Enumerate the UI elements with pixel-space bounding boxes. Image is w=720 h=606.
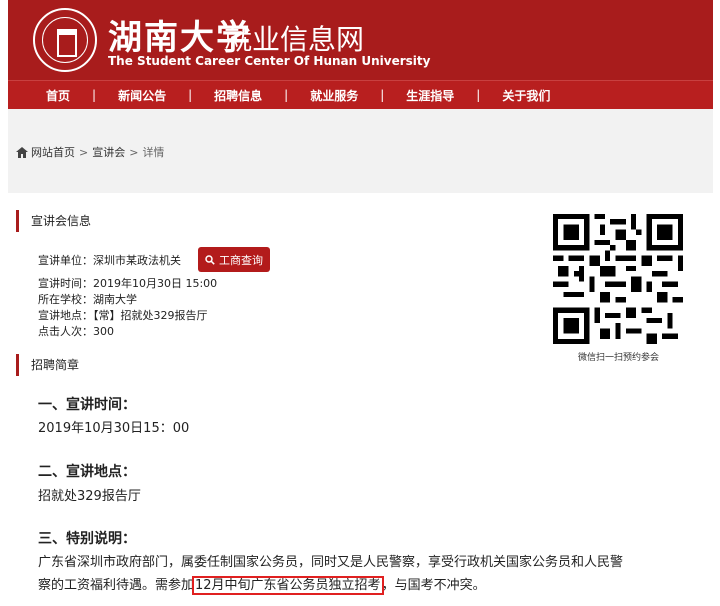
info-location: 宣讲地点：【常】招就处329报告厅 bbox=[38, 309, 208, 322]
main-nav: 首页 | 新闻公告 | 招聘信息 | 就业服务 | 生涯指导 | 关于我们 bbox=[8, 80, 713, 109]
info-school: 所在学校：湖南大学 bbox=[38, 293, 137, 306]
nav-item-career[interactable]: 生涯指导 bbox=[406, 87, 454, 104]
breadcrumb-home[interactable]: 网站首页 bbox=[31, 144, 75, 160]
site-header: 湖南大学 就业信息网 The Student Career Center Of … bbox=[8, 0, 713, 80]
breadcrumb-separator: > bbox=[79, 145, 89, 159]
nav-separator: | bbox=[188, 88, 193, 102]
business-lookup-label: 工商查询 bbox=[219, 253, 263, 267]
nav-separator: | bbox=[380, 88, 385, 102]
heading-notes: 三、特别说明： bbox=[38, 531, 136, 547]
qr-caption: 微信扫一扫预约参会 bbox=[578, 353, 660, 363]
nav-separator: | bbox=[476, 88, 481, 102]
text-time: 2019年10月30日15：00 bbox=[38, 421, 190, 436]
nav-item-services[interactable]: 就业服务 bbox=[310, 87, 358, 104]
site-subtitle-en: The Student Career Center Of Hunan Unive… bbox=[108, 54, 431, 68]
nav-separator: | bbox=[284, 88, 289, 102]
search-icon bbox=[205, 254, 215, 265]
home-icon bbox=[16, 146, 28, 158]
emblem-building-icon bbox=[42, 17, 88, 63]
nav-item-recruitment[interactable]: 招聘信息 bbox=[214, 87, 262, 104]
text-notes-line1: 广东省深圳市政府部门，属委任制国家公务员，同时又是人民警察，享受行政机关国家公务… bbox=[38, 555, 624, 570]
text-notes-line2-b: ，与国考不冲突。 bbox=[381, 578, 486, 593]
nav-item-home[interactable]: 首页 bbox=[46, 87, 70, 104]
breadcrumb-separator: > bbox=[129, 145, 139, 159]
nav-item-news[interactable]: 新闻公告 bbox=[118, 87, 166, 104]
nav-separator: | bbox=[92, 88, 97, 102]
heading-location: 二、宣讲地点： bbox=[38, 464, 136, 480]
nav-item-about[interactable]: 关于我们 bbox=[502, 87, 550, 104]
text-notes-line2-a: 察的工资福利待遇。需参加 bbox=[38, 578, 195, 593]
text-notes-line2: 察的工资福利待遇。需参加12月中旬广东省公务员独立招考，与国考不冲突。 bbox=[38, 574, 486, 595]
site-name[interactable]: 就业信息网 bbox=[224, 18, 364, 58]
info-unit: 宣讲单位：深圳市某政法机关 bbox=[38, 254, 181, 267]
info-section-title: 宣讲会信息 bbox=[16, 210, 91, 232]
highlighted-exam-notice: 12月中旬广东省公务员独立招考 bbox=[192, 576, 384, 595]
university-emblem-icon[interactable] bbox=[33, 8, 97, 72]
qr-code bbox=[553, 214, 683, 344]
business-lookup-button[interactable]: 工商查询 bbox=[198, 247, 270, 272]
info-time: 宣讲时间：2019年10月30日 15:00 bbox=[38, 277, 218, 290]
text-location: 招就处329报告厅 bbox=[38, 489, 141, 504]
breadcrumb-current: 详情 bbox=[142, 146, 165, 159]
info-clicks: 点击人次：300 bbox=[38, 325, 114, 338]
brief-section-title: 招聘简章 bbox=[16, 354, 79, 376]
breadcrumb-level1[interactable]: 宣讲会 bbox=[92, 144, 125, 160]
heading-time: 一、宣讲时间： bbox=[38, 397, 136, 413]
breadcrumb: 网站首页 > 宣讲会 > 详情 bbox=[16, 144, 164, 160]
